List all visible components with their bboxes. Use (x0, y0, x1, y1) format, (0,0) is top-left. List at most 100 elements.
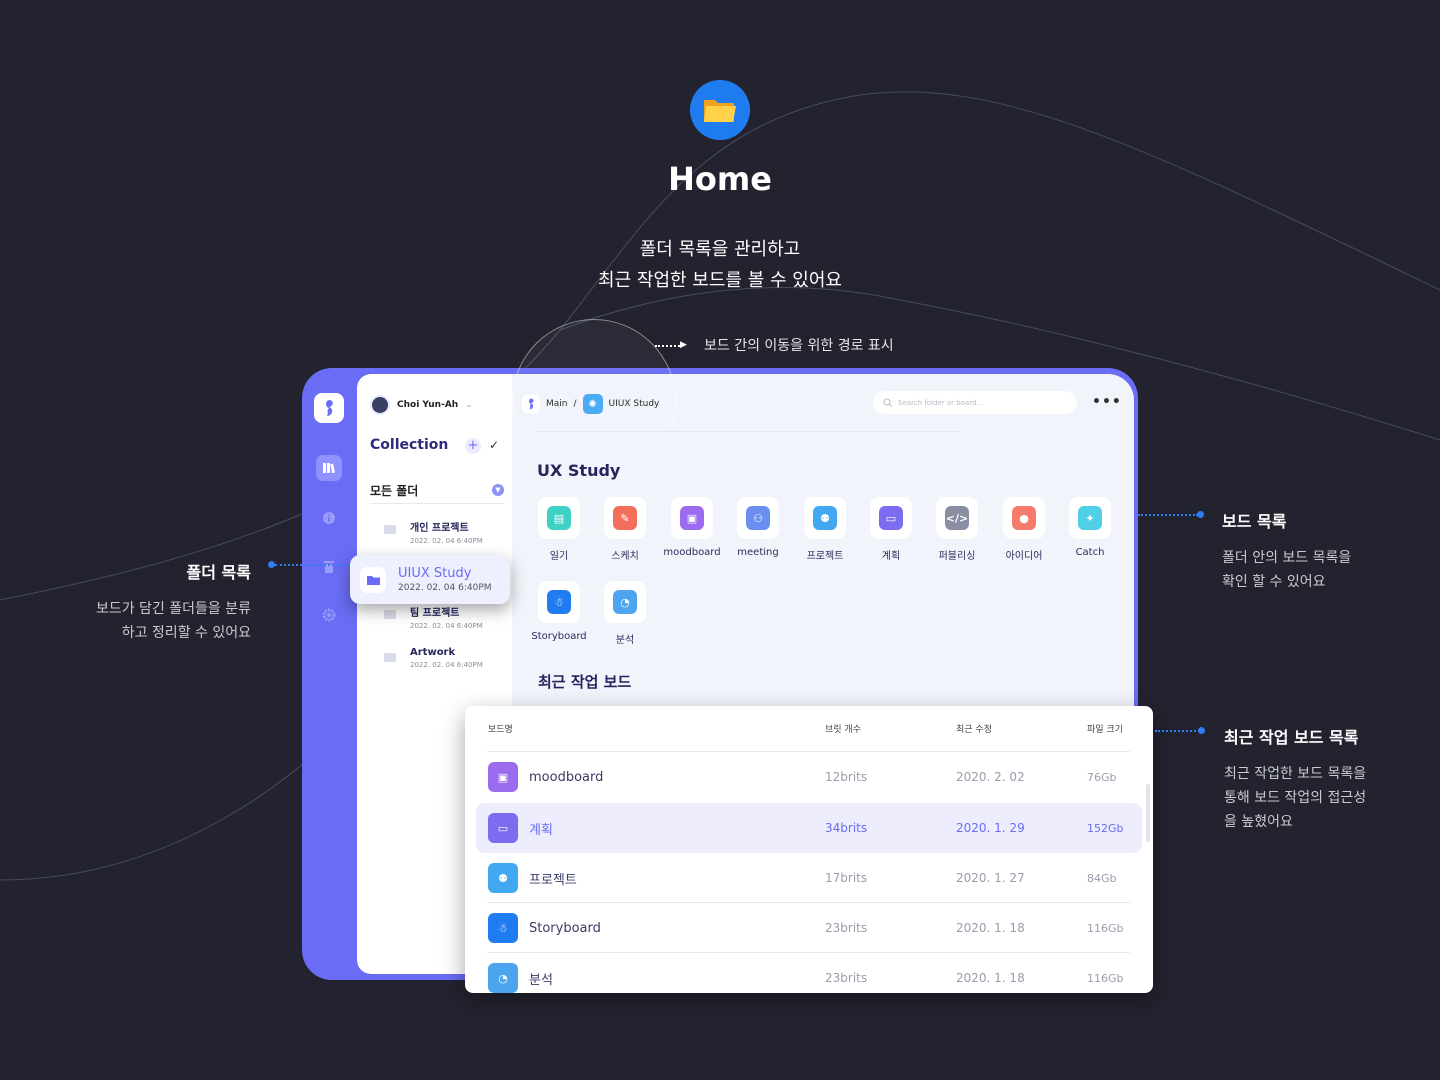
chart-hand-icon: ◔ (488, 963, 518, 993)
brit-count: 23brits (825, 971, 868, 985)
recent-boards-table: 보드명 브릿 개수 최근 수정 파일 크기 ▣ moodboard 12brit… (465, 706, 1153, 993)
app-logo[interactable] (314, 393, 344, 423)
library-icon[interactable] (316, 455, 342, 481)
pointer-dot (268, 561, 275, 568)
file-size: 84Gb (1087, 871, 1117, 885)
add-folder-button[interactable]: + (465, 438, 481, 454)
avatar (370, 395, 390, 415)
board-item[interactable]: ▤ 일기 (528, 497, 590, 562)
chevron-down-icon: ⌄ (465, 400, 473, 410)
modified-date: 2020. 1. 29 (956, 821, 1025, 835)
table-row[interactable]: ▣ moodboard 12brits 2020. 2. 02 76Gb (476, 752, 1142, 802)
brit-count: 17brits (825, 871, 868, 885)
folder-icon (690, 80, 750, 140)
divider (536, 431, 960, 432)
annotation-title: 폴더 목록 (186, 563, 251, 582)
board-item[interactable]: ▭ 계획 (860, 497, 922, 562)
pointer-line (1138, 514, 1198, 516)
annotation-desc: 폴더 안의 보드 목록을 확인 할 수 있어요 (1222, 546, 1351, 594)
board-item[interactable]: ▣ moodboard (661, 497, 723, 558)
people-icon: ⚇ (746, 506, 770, 530)
table-row[interactable]: ⚉ 프로젝트 17brits 2020. 1. 27 84Gb (476, 853, 1142, 903)
calendar-icon: ▭ (879, 506, 903, 530)
column-header[interactable]: 보드명 (488, 722, 513, 735)
search-input[interactable]: Search folder or board... (873, 391, 1077, 414)
board-label: 아이디어 (1005, 551, 1043, 562)
board-item[interactable]: ⚇ meeting (727, 497, 789, 558)
bulb-icon: ● (1012, 506, 1036, 530)
annotation-line: 폴더 안의 보드 목록을 (1222, 550, 1352, 566)
folder-item[interactable]: Artwork 2022. 02. 04 6:40PM (384, 647, 483, 669)
folder-date: 2022. 02. 04 6:40PM (410, 661, 483, 669)
board-label: 분석 (615, 635, 635, 646)
notebook-icon: ▤ (547, 506, 571, 530)
modified-date: 2020. 2. 02 (956, 770, 1025, 784)
code-icon: </> (945, 506, 969, 530)
gear-icon[interactable] (316, 602, 342, 628)
column-header[interactable]: 브릿 개수 (825, 722, 861, 735)
collection-heading: Collection (370, 437, 449, 453)
annotation-line: 통해 보드 작업의 접근성 (1224, 790, 1367, 806)
folder-item[interactable]: 개인 프로젝트 2022. 02. 04 6:40PM (384, 519, 483, 545)
board-item[interactable]: ☃ Storyboard (528, 581, 590, 642)
board-item[interactable]: </> 퍼블리싱 (926, 497, 988, 562)
board-label: 일기 (549, 551, 569, 562)
board-list-annotation: 보드 목록 폴더 안의 보드 목록을 확인 할 수 있어요 (1222, 508, 1351, 594)
board-item[interactable]: ● 아이디어 (993, 497, 1055, 562)
folder-name: UIUX Study (398, 566, 472, 581)
board-label: 스케치 (611, 551, 639, 562)
pen-icon: ✎ (613, 506, 637, 530)
scrollbar[interactable] (1146, 784, 1150, 842)
check-icon[interactable]: ✓ (489, 438, 499, 452)
board-name: 분석 (529, 972, 553, 988)
user-menu[interactable]: Choi Yun-Ah ⌄ (370, 395, 473, 415)
column-header[interactable]: 파일 크기 (1087, 722, 1123, 735)
board-item[interactable]: ⚉ 프로젝트 (794, 497, 856, 562)
board-name: Storyboard (529, 920, 601, 936)
folder-item-selected[interactable]: UIUX Study 2022. 02. 04 6:40PM (350, 555, 510, 604)
pointer-dot (1198, 727, 1205, 734)
info-icon[interactable] (316, 505, 342, 531)
folder-item[interactable]: 팀 프로젝트 2022. 02. 04 6:40PM (384, 604, 483, 630)
table-row[interactable]: ◔ 분석 23brits 2020. 1. 18 116Gb (476, 953, 1142, 993)
team-icon: ⚉ (488, 863, 518, 893)
calendar-icon: ▭ (488, 813, 518, 843)
image-icon: ▣ (488, 762, 518, 792)
more-menu-button[interactable]: ••• (1092, 394, 1122, 410)
board-item[interactable]: ◔ 분석 (594, 581, 656, 646)
annotation-title: 보드 목록 (1222, 512, 1287, 531)
trash-icon[interactable] (316, 554, 342, 580)
search-icon (883, 398, 892, 407)
board-label: Catch (1075, 547, 1105, 558)
board-label: 퍼블리싱 (938, 551, 976, 562)
board-item[interactable]: ✦ Catch (1059, 497, 1121, 558)
subtitle-line: 최근 작업한 보드를 볼 수 있어요 (598, 270, 842, 291)
pointer-line (655, 345, 680, 347)
breadcrumb-annotation: 보드 간의 이동을 위한 경로 표시 (704, 338, 894, 354)
file-size: 76Gb (1087, 770, 1117, 784)
recent-list-annotation: 최근 작업 보드 목록 최근 작업한 보드 목록을 통해 보드 작업의 접근성 … (1224, 724, 1366, 834)
folder-icon (384, 653, 396, 662)
board-label: meeting (737, 547, 779, 558)
all-folders-label[interactable]: 모든 폴더 (370, 482, 418, 499)
annotation-line: 하고 정리할 수 있어요 (121, 625, 251, 641)
modified-date: 2020. 1. 27 (956, 871, 1025, 885)
table-row[interactable]: ☃ Storyboard 23brits 2020. 1. 18 116Gb (476, 903, 1142, 953)
folder-name: 팀 프로젝트 (410, 608, 460, 619)
board-name: 프로젝트 (529, 872, 577, 888)
robot-icon: ☃ (547, 590, 571, 614)
file-size: 152Gb (1087, 821, 1124, 835)
pointer-line (275, 564, 350, 566)
folder-icon (384, 525, 396, 534)
arrow-right-icon: ▶ (680, 340, 687, 350)
annotation-desc: 보드가 담긴 폴더들을 분류 하고 정리할 수 있어요 (60, 597, 251, 645)
board-item[interactable]: ✎ 스케치 (594, 497, 656, 562)
annotation-line: 을 높혔어요 (1224, 814, 1293, 830)
chevron-down-icon[interactable]: ▼ (492, 484, 504, 496)
board-label: 계획 (881, 551, 901, 562)
modified-date: 2020. 1. 18 (956, 921, 1025, 935)
table-row[interactable]: ▭ 계획 34brits 2020. 1. 29 152Gb (476, 803, 1142, 853)
recent-boards-heading: 최근 작업 보드 (538, 673, 632, 691)
folder-list-annotation: 폴더 목록 보드가 담긴 폴더들을 분류 하고 정리할 수 있어요 (60, 559, 251, 645)
column-header[interactable]: 최근 수정 (956, 722, 992, 735)
